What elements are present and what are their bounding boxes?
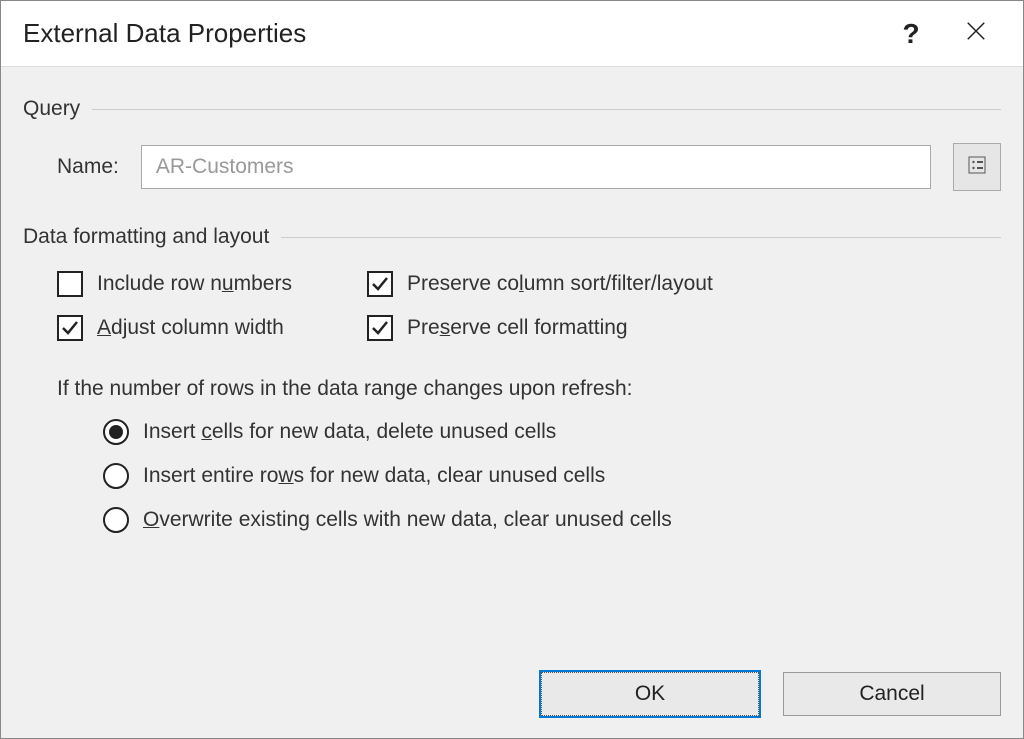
close-icon <box>965 20 987 48</box>
preserve-cell-formatting-checkbox[interactable]: Preserve cell formatting <box>367 315 1001 341</box>
help-button[interactable]: ? <box>881 9 941 59</box>
radio-icon <box>103 463 129 489</box>
checkbox-icon <box>57 315 83 341</box>
adjust-column-width-checkbox[interactable]: Adjust column width <box>57 315 347 341</box>
checkbox-icon <box>367 315 393 341</box>
properties-icon <box>968 156 986 179</box>
name-row: Name: <box>57 143 1001 191</box>
checkbox-icon <box>367 271 393 297</box>
checkbox-label: Include row numbers <box>97 272 292 296</box>
checkbox-grid: Include row numbers Preserve column sort… <box>57 271 1001 341</box>
checkbox-icon <box>57 271 83 297</box>
radio-label: Overwrite existing cells with new data, … <box>143 508 672 532</box>
radio-icon <box>103 507 129 533</box>
close-button[interactable] <box>941 9 1011 59</box>
formatting-group-label: Data formatting and layout <box>23 225 1001 249</box>
dialog-title: External Data Properties <box>23 18 881 49</box>
query-group-label: Query <box>23 97 1001 121</box>
preserve-sort-checkbox[interactable]: Preserve column sort/filter/layout <box>367 271 1001 297</box>
radio-label: Insert cells for new data, delete unused… <box>143 420 556 444</box>
cancel-button[interactable]: Cancel <box>783 672 1001 716</box>
ok-button[interactable]: OK <box>541 672 759 716</box>
checkbox-label: Preserve column sort/filter/layout <box>407 272 713 296</box>
name-input[interactable] <box>141 145 931 189</box>
dialog-button-row: OK Cancel <box>1 672 1023 738</box>
refresh-radio-group: Insert cells for new data, delete unused… <box>103 419 1001 533</box>
checkbox-label: Adjust column width <box>97 316 284 340</box>
dialog-content: Query Name: Data formatting and l <box>1 67 1023 672</box>
include-row-numbers-checkbox[interactable]: Include row numbers <box>57 271 347 297</box>
refresh-behavior-label: If the number of rows in the data range … <box>57 377 1001 401</box>
help-icon: ? <box>902 18 919 50</box>
external-data-properties-dialog: External Data Properties ? Query Name: <box>0 0 1024 739</box>
radio-label: Insert entire rows for new data, clear u… <box>143 464 605 488</box>
radio-overwrite[interactable]: Overwrite existing cells with new data, … <box>103 507 1001 533</box>
query-properties-button[interactable] <box>953 143 1001 191</box>
name-label: Name: <box>57 155 119 179</box>
radio-insert-rows[interactable]: Insert entire rows for new data, clear u… <box>103 463 1001 489</box>
radio-insert-cells[interactable]: Insert cells for new data, delete unused… <box>103 419 1001 445</box>
checkbox-label: Preserve cell formatting <box>407 316 628 340</box>
titlebar: External Data Properties ? <box>1 1 1023 67</box>
radio-icon <box>103 419 129 445</box>
